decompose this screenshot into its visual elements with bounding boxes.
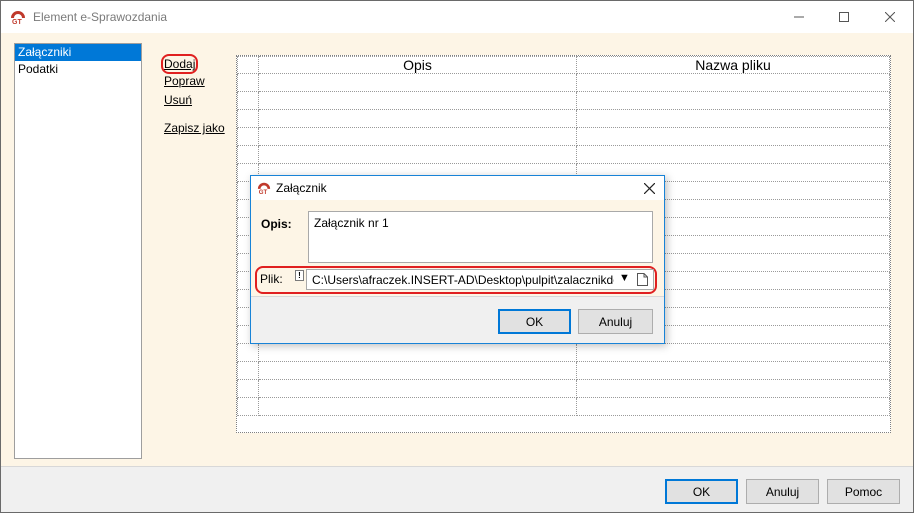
table-cell[interactable] xyxy=(237,73,259,92)
help-button[interactable]: Pomoc xyxy=(827,479,900,504)
chevron-down-icon[interactable]: ▼ xyxy=(619,272,630,284)
table-cell[interactable] xyxy=(576,109,890,128)
table-cell[interactable] xyxy=(258,109,577,128)
table-row[interactable] xyxy=(237,91,890,110)
table-cell[interactable] xyxy=(576,73,890,92)
svg-text:GT: GT xyxy=(12,19,22,25)
table-cell[interactable] xyxy=(258,91,577,110)
table-cell[interactable] xyxy=(576,145,890,164)
edit-link[interactable]: Popraw xyxy=(164,74,205,88)
table-row[interactable] xyxy=(237,343,890,362)
description-label: Opis: xyxy=(261,217,292,231)
minimize-button[interactable] xyxy=(776,1,822,33)
table-cell[interactable] xyxy=(258,397,577,416)
title-bar: GT Element e-Sprawozdania xyxy=(1,1,913,33)
dialog-cancel-button[interactable]: Anuluj xyxy=(578,309,653,334)
table-cell[interactable] xyxy=(258,145,577,164)
table-cell[interactable] xyxy=(576,127,890,146)
close-icon xyxy=(643,182,655,194)
section-item-taxes[interactable]: Podatki xyxy=(15,61,141,78)
required-warning-icon: ! xyxy=(295,270,304,281)
table-cell[interactable] xyxy=(576,361,890,380)
table-cell[interactable] xyxy=(576,397,890,416)
table-row[interactable] xyxy=(237,361,890,380)
file-row: Plik: ! C:\Users\afraczek.INSERT-AD\Desk… xyxy=(255,266,657,294)
table-cell[interactable] xyxy=(576,343,890,362)
close-icon xyxy=(885,12,895,22)
window-title: Element e-Sprawozdania xyxy=(33,10,168,24)
delete-link[interactable]: Usuń xyxy=(164,93,192,107)
cancel-button[interactable]: Anuluj xyxy=(746,479,819,504)
svg-text:GT: GT xyxy=(259,189,268,195)
add-link[interactable]: Dodaj xyxy=(160,54,199,74)
maximize-button[interactable] xyxy=(821,1,867,33)
dialog-button-bar: OK Anuluj xyxy=(251,296,664,343)
table-cell[interactable] xyxy=(576,91,890,110)
table-cell[interactable] xyxy=(237,109,259,128)
file-path-value: C:\Users\afraczek.INSERT-AD\Desktop\pulp… xyxy=(312,273,614,287)
table-cell[interactable] xyxy=(258,343,577,362)
dialog-body: Opis: Załącznik nr 1 Plik: ! C:\Users\af… xyxy=(251,200,664,296)
description-field[interactable]: Załącznik nr 1 xyxy=(308,211,653,263)
app-logo-icon: GT xyxy=(257,182,271,195)
dialog-close-button[interactable] xyxy=(634,176,664,200)
table-cell[interactable] xyxy=(237,127,259,146)
attachment-dialog: GT Załącznik Opis: Załącznik nr 1 Plik: … xyxy=(250,175,665,344)
table-cell[interactable] xyxy=(258,361,577,380)
table-cell[interactable] xyxy=(258,73,577,92)
dialog-title: Załącznik xyxy=(276,181,327,195)
table-cell[interactable] xyxy=(237,361,259,380)
table-row[interactable] xyxy=(237,73,890,92)
button-bar: OK Anuluj Pomoc xyxy=(1,466,913,512)
file-combobox[interactable]: C:\Users\afraczek.INSERT-AD\Desktop\pulp… xyxy=(306,269,654,290)
grid-corner-cell xyxy=(237,56,259,74)
dialog-ok-button[interactable]: OK xyxy=(498,309,571,334)
section-item-attachments[interactable]: Załączniki xyxy=(15,44,141,61)
column-header-description[interactable]: Opis xyxy=(258,56,577,74)
table-cell[interactable] xyxy=(237,397,259,416)
table-row[interactable] xyxy=(237,127,890,146)
table-row[interactable] xyxy=(237,145,890,164)
table-cell[interactable] xyxy=(237,379,259,398)
file-label: Plik: xyxy=(260,272,283,286)
minimize-icon xyxy=(794,16,804,18)
column-header-filename[interactable]: Nazwa pliku xyxy=(576,56,890,74)
browse-file-icon[interactable] xyxy=(637,273,648,286)
maximize-icon xyxy=(839,12,849,22)
close-button[interactable] xyxy=(867,1,913,33)
table-cell[interactable] xyxy=(237,343,259,362)
table-row[interactable] xyxy=(237,109,890,128)
table-row[interactable] xyxy=(237,397,890,416)
table-cell[interactable] xyxy=(237,145,259,164)
table-cell[interactable] xyxy=(576,379,890,398)
grid-header-row: Opis Nazwa pliku xyxy=(237,56,890,74)
ok-button[interactable]: OK xyxy=(665,479,738,504)
table-cell[interactable] xyxy=(258,379,577,398)
app-logo-icon: GT xyxy=(11,11,25,25)
section-list[interactable]: Załączniki Podatki xyxy=(14,43,142,459)
save-as-link[interactable]: Zapisz jako xyxy=(164,121,225,135)
table-cell[interactable] xyxy=(258,127,577,146)
table-cell[interactable] xyxy=(237,91,259,110)
table-row[interactable] xyxy=(237,379,890,398)
